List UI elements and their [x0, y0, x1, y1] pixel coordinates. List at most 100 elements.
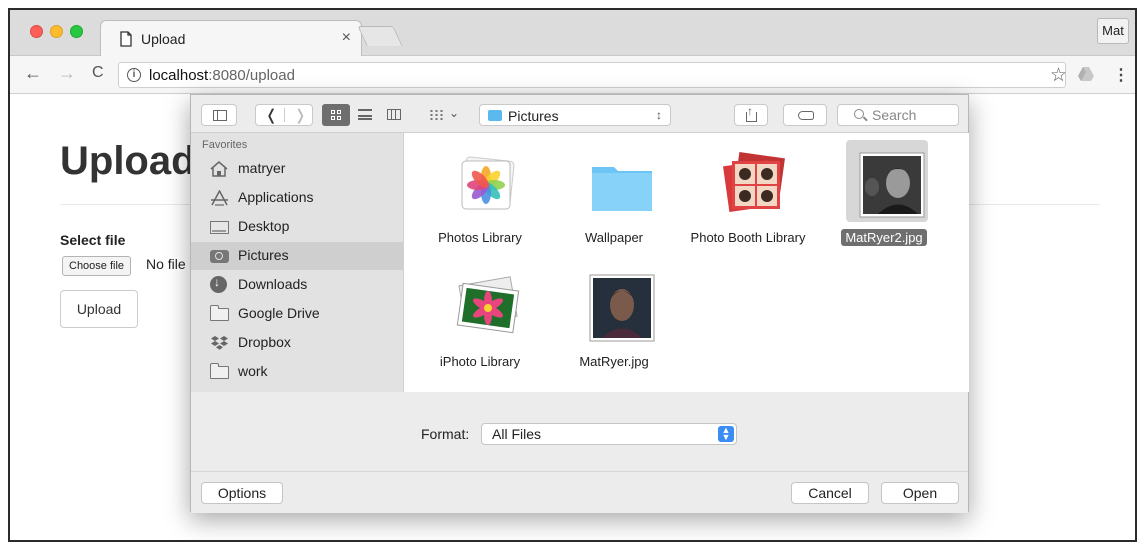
sidebar-item-label: work	[238, 363, 268, 379]
options-button[interactable]: Options	[201, 482, 283, 504]
sidebar-item-google-drive[interactable]: Google Drive	[191, 300, 403, 328]
chevron-down-icon: ⌄	[449, 106, 460, 120]
desktop-icon	[210, 221, 229, 234]
column-view-button[interactable]	[380, 104, 408, 126]
file-name: MatRyer2.jpg	[824, 229, 944, 246]
sidebar-item-label: Downloads	[238, 276, 308, 292]
file-name: iPhoto Library	[439, 354, 521, 369]
sidebar-icon	[213, 110, 227, 121]
location-popup[interactable]: Pictures ↕	[479, 104, 671, 126]
forward-chevron-icon[interactable]: ❭	[294, 106, 307, 124]
upload-button[interactable]: Upload	[60, 290, 138, 328]
sidebar-item-downloads[interactable]: Downloads	[191, 271, 403, 299]
forward-arrow-icon[interactable]: →	[58, 63, 76, 84]
url-host: localhost	[149, 67, 209, 84]
icon-view-button[interactable]	[322, 104, 350, 126]
file-name: Photos Library	[438, 230, 522, 245]
file-item-iphoto-library[interactable]: iPhoto Library	[420, 261, 540, 381]
url-path: :8080/upload	[208, 67, 295, 84]
format-select[interactable]: All Files ▲ ▼	[481, 423, 737, 445]
reload-icon[interactable]: C	[92, 64, 104, 82]
browser-window: Upload × Mat ← → C i localhost:8080/uplo…	[8, 8, 1137, 542]
profile-button[interactable]: Mat	[1097, 18, 1129, 44]
sidebar-item-desktop[interactable]: Desktop	[191, 213, 403, 241]
sidebar-item-label: Pictures	[238, 247, 289, 263]
file-item-photos-library[interactable]: Photos Library	[420, 137, 540, 257]
back-arrow-icon[interactable]: ←	[24, 63, 42, 84]
arrange-grid-icon	[429, 109, 445, 121]
sidebar-item-label: Google Drive	[238, 305, 320, 321]
google-drive-extension-icon[interactable]	[1078, 67, 1094, 81]
tab-upload[interactable]: Upload ×	[100, 20, 362, 57]
list-view-button[interactable]	[351, 104, 379, 126]
new-tab-button[interactable]	[357, 26, 403, 46]
dialog-toolbar: ❬ ❭ ⌄ Pictures ↕ ↑ Search	[191, 95, 968, 133]
cancel-button[interactable]: Cancel	[791, 482, 869, 504]
icon-grid-icon	[331, 110, 341, 120]
photo-booth-icon	[723, 152, 785, 212]
sidebar-item-matryer[interactable]: matryer	[191, 155, 403, 183]
applications-icon	[211, 190, 228, 206]
tab-title: Upload	[141, 31, 186, 47]
camera-icon	[210, 250, 229, 263]
sidebar-item-pictures[interactable]: Pictures	[191, 242, 403, 270]
sidebar-item-label: Desktop	[238, 218, 290, 234]
folder-icon	[209, 305, 229, 321]
info-icon[interactable]: i	[127, 68, 141, 82]
photos-app-icon	[461, 156, 515, 210]
sidebar-item-label: Applications	[238, 189, 314, 205]
file-item-matryer[interactable]: MatRyer.jpg	[554, 261, 674, 381]
search-placeholder: Search	[872, 107, 917, 123]
url-text[interactable]: localhost:8080/upload	[149, 67, 295, 84]
choose-file-button[interactable]: Choose file	[62, 256, 132, 276]
window-close-button[interactable]	[30, 25, 43, 38]
share-button[interactable]: ↑	[734, 104, 768, 126]
selected-file-name: MatRyer2.jpg	[841, 229, 927, 246]
image-thumbnail	[589, 274, 655, 342]
open-file-dialog: ❬ ❭ ⌄ Pictures ↕ ↑ Search Favorites matr…	[190, 94, 969, 513]
file-name: MatRyer.jpg	[579, 354, 649, 369]
history-nav-group: ❬ ❭	[255, 104, 313, 126]
view-mode-group	[322, 104, 408, 126]
page-title: Upload	[60, 139, 196, 183]
browser-toolbar: ← → C i localhost:8080/upload ☆ ⋮	[10, 56, 1135, 94]
back-chevron-icon[interactable]: ❬	[265, 106, 278, 124]
file-name: Wallpaper	[584, 230, 644, 245]
bookmark-star-icon[interactable]: ☆	[1050, 64, 1067, 87]
sidebar-item-applications[interactable]: Applications	[191, 184, 403, 212]
tab-close-icon[interactable]: ×	[342, 29, 351, 47]
open-button[interactable]: Open	[881, 482, 959, 504]
file-name: Photo Booth Library	[690, 230, 806, 245]
list-icon	[358, 109, 372, 120]
sidebar-item-work[interactable]: work	[191, 358, 403, 386]
home-icon	[210, 161, 228, 177]
search-icon	[854, 109, 864, 119]
iphoto-icon	[456, 276, 520, 334]
window-maximize-button[interactable]	[70, 25, 83, 38]
dialog-footer: Options Cancel Open	[191, 471, 968, 513]
download-icon	[210, 275, 227, 293]
select-file-label: Select file	[60, 232, 126, 248]
sidebar-item-label: matryer	[238, 160, 286, 176]
file-item-matryer2[interactable]: MatRyer2.jpg	[824, 137, 944, 257]
address-bar[interactable]: i localhost:8080/upload	[118, 62, 1066, 88]
file-item-wallpaper[interactable]: Wallpaper	[554, 137, 674, 257]
format-row: Format: All Files ▲ ▼	[191, 392, 968, 471]
folder-icon	[209, 363, 229, 379]
file-item-photo-booth-library[interactable]: Photo Booth Library	[688, 137, 808, 257]
tag-button[interactable]	[783, 104, 827, 126]
dropbox-icon	[211, 336, 228, 350]
page-icon	[120, 31, 132, 47]
share-arrow-icon: ↑	[747, 104, 753, 118]
format-value: All Files	[492, 426, 542, 442]
format-label: Format:	[421, 426, 470, 442]
image-thumbnail	[859, 152, 925, 218]
arrange-button[interactable]: ⌄	[427, 104, 467, 126]
browser-menu-icon[interactable]: ⋮	[1113, 65, 1129, 85]
sidebar-item-dropbox[interactable]: Dropbox	[191, 329, 403, 357]
search-input[interactable]: Search	[837, 104, 959, 126]
window-minimize-button[interactable]	[50, 25, 63, 38]
sidebar-toggle-button[interactable]	[201, 104, 237, 126]
chevron-updown-icon: ↕	[656, 108, 662, 122]
columns-icon	[387, 109, 401, 120]
